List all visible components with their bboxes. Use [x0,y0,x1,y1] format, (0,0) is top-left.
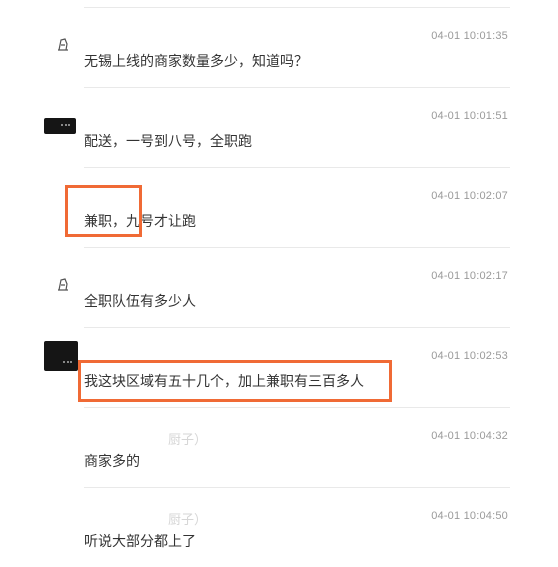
chat-history: 04-01 10:01:35 无锡上线的商家数量多少，知道吗？ 04-01 10… [0,0,558,558]
chat-message: 厨子） 04-01 10:04:50 听说大部分都上了 [0,487,558,567]
message-time: 04-01 10:04:50 [431,510,508,522]
message-time: 04-01 10:01:51 [431,110,508,122]
chat-message: 厨子） 04-01 10:04:32 商家多的 [0,407,558,487]
message-divider [84,167,510,168]
message-divider [84,7,510,8]
message-time: 04-01 10:01:35 [431,30,508,42]
sketch-avatar-icon[interactable] [56,36,70,52]
message-sender: 厨子） [168,433,208,448]
message-divider [84,247,510,248]
message-divider [84,327,510,328]
chat-message: 04-01 10:02:17 全职队伍有多少人 [0,247,558,327]
message-time: 04-01 10:02:53 [431,350,508,362]
message-time: 04-01 10:04:32 [431,430,508,442]
chat-message: 04-01 10:01:51 配送，一号到八号，全职跑 [0,87,558,167]
message-divider [84,407,510,408]
message-text: 无锡上线的商家数量多少，知道吗？ [84,54,308,70]
message-divider [84,87,510,88]
message-time: 04-01 10:02:07 [431,190,508,202]
message-text: 配送，一号到八号，全职跑 [84,134,252,150]
highlight-box [65,185,142,237]
highlight-box [78,360,392,402]
dark-avatar-icon[interactable] [44,341,78,371]
message-text: 全职队伍有多少人 [84,294,196,310]
message-time: 04-01 10:02:17 [431,270,508,282]
message-text: 听说大部分都上了 [84,534,196,550]
dark-avatar-icon[interactable] [44,118,76,134]
message-sender: 厨子） [168,513,208,528]
message-divider [84,487,510,488]
sketch-avatar-icon[interactable] [56,276,70,292]
chat-message: 04-01 10:01:35 无锡上线的商家数量多少，知道吗？ [0,7,558,87]
message-text: 商家多的 [84,454,140,470]
